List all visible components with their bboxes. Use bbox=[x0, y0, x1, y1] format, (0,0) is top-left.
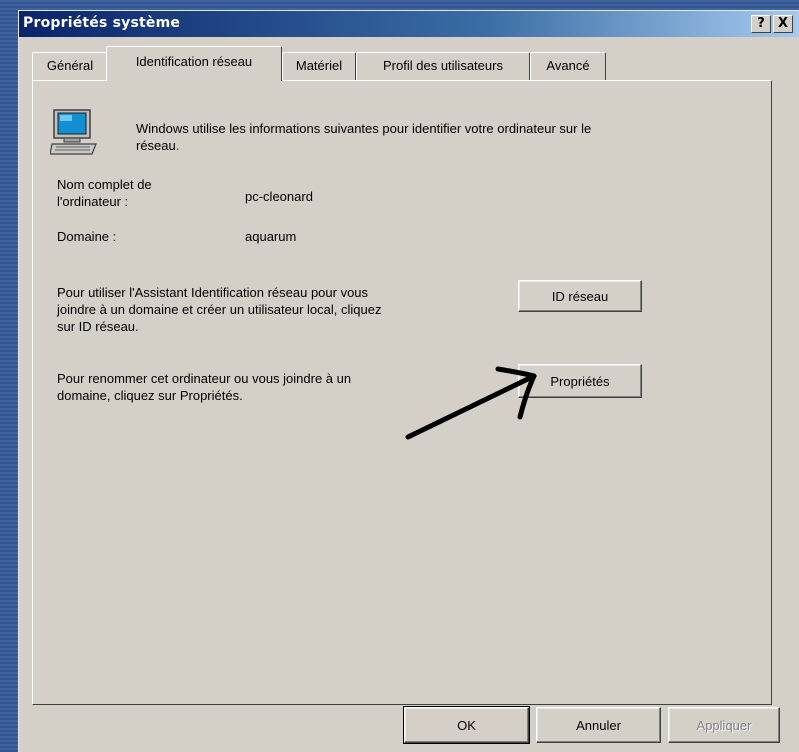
network-id-description-line3: sur ID réseau. bbox=[57, 319, 139, 334]
tab-hardware-label: Matériel bbox=[295, 58, 343, 73]
tab-hardware[interactable]: Matériel bbox=[282, 52, 356, 80]
window-title: Propriétés système bbox=[23, 15, 181, 31]
title-bar[interactable]: Propriétés système ? X bbox=[19, 11, 799, 37]
rename-description-line2: domaine, cliquez sur Propriétés. bbox=[57, 388, 243, 403]
computer-name-label: Nom complet de l'ordinateur : bbox=[57, 176, 152, 210]
computer-name-label-line2: l'ordinateur : bbox=[57, 194, 129, 209]
network-id-description: Pour utiliser l'Assistant Identification… bbox=[57, 284, 381, 335]
apply-button[interactable]: Appliquer bbox=[668, 707, 780, 743]
computer-name-value: pc-cleonard bbox=[245, 189, 313, 204]
domain-value: aquarum bbox=[245, 229, 297, 244]
intro-text: Windows utilise les informations suivant… bbox=[136, 120, 636, 154]
tab-general-label: Général bbox=[46, 58, 94, 73]
help-button[interactable]: ? bbox=[751, 15, 771, 33]
tab-network-identification-label: Identification réseau bbox=[135, 54, 253, 69]
network-id-description-line1: Pour utiliser l'Assistant Identification… bbox=[57, 285, 369, 300]
cancel-button[interactable]: Annuler bbox=[536, 707, 661, 743]
ok-button[interactable]: OK bbox=[403, 706, 530, 744]
rename-description: Pour renommer cet ordinateur ou vous joi… bbox=[57, 370, 351, 404]
pointer-arrow-annotation bbox=[405, 366, 537, 440]
tab-general[interactable]: Général bbox=[32, 52, 108, 80]
computer-name-label-line1: Nom complet de bbox=[57, 177, 152, 192]
tab-user-profiles[interactable]: Profil des utilisateurs bbox=[356, 52, 530, 80]
computer-icon bbox=[50, 109, 97, 155]
close-button[interactable]: X bbox=[773, 15, 793, 33]
tab-advanced[interactable]: Avancé bbox=[530, 52, 606, 80]
tab-user-profiles-label: Profil des utilisateurs bbox=[383, 58, 503, 73]
domain-label: Domaine : bbox=[57, 229, 117, 244]
rename-description-line1: Pour renommer cet ordinateur ou vous joi… bbox=[57, 371, 352, 386]
tab-advanced-label: Avancé bbox=[546, 58, 590, 73]
network-id-description-line2: joindre à un domaine et créer un utilisa… bbox=[57, 302, 382, 317]
intro-text-content: Windows utilise les informations suivant… bbox=[136, 121, 592, 153]
tab-network-identification[interactable]: Identification réseau bbox=[106, 46, 282, 81]
network-id-button[interactable]: ID réseau bbox=[518, 280, 642, 312]
